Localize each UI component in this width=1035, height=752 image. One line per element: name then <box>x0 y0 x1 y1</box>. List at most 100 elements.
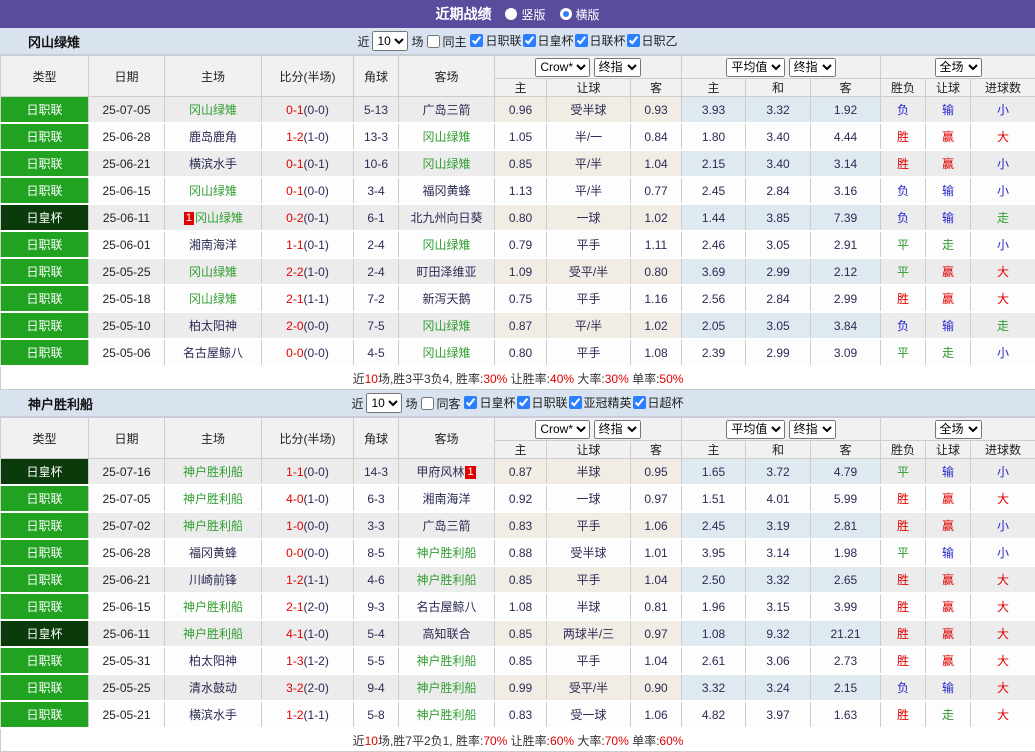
radio-horizontal-icon[interactable] <box>560 8 572 20</box>
same-venue-checkbox[interactable] <box>427 35 440 48</box>
away-team[interactable]: 新泻天鹅 <box>422 292 470 306</box>
result-goals: 小 <box>971 539 1035 566</box>
crow-home-odds: 0.79 <box>495 231 547 258</box>
league-filter[interactable]: 日皇杯 <box>522 32 574 49</box>
radio-vertical[interactable]: 竖版 <box>505 6 545 23</box>
match-row: 日职联 25-05-10 柏太阳神 2-0(0-0) 7-5 冈山绿雉 0.87… <box>1 312 1035 339</box>
league-filter[interactable]: 日职乙 <box>626 32 678 49</box>
radio-horizontal[interactable]: 横版 <box>560 6 600 23</box>
league-filter[interactable]: 亚冠精英 <box>568 394 632 411</box>
away-team[interactable]: 湘南海洋 <box>422 492 470 506</box>
same-venue-checkbox[interactable] <box>421 397 434 410</box>
league-filter[interactable]: 日联杯 <box>574 32 626 49</box>
summary-row: 近10场,胜7平2负1, 胜率:70% 让胜率:60% 大率:70% 单率:60… <box>1 728 1035 752</box>
away-team[interactable]: 神户胜利船 <box>416 654 476 668</box>
crow-select[interactable]: Crow* <box>535 58 590 77</box>
avg-home-odds: 3.69 <box>682 258 746 285</box>
away-team[interactable]: 冈山绿雉 <box>422 238 470 252</box>
final-odds-select[interactable]: 终指 <box>594 420 641 439</box>
home-team[interactable]: 柏太阳神 <box>189 319 237 333</box>
match-date: 25-07-02 <box>89 512 165 539</box>
away-team[interactable]: 神户胜利船 <box>416 573 476 587</box>
away-team[interactable]: 神户胜利船 <box>416 546 476 560</box>
away-team[interactable]: 高知联合 <box>422 627 470 641</box>
match-type: 日皇杯 <box>1 204 89 231</box>
league-label: 日皇杯 <box>538 32 574 49</box>
league-checkbox[interactable] <box>627 34 640 47</box>
away-team[interactable]: 北九州向日葵 <box>410 211 482 225</box>
league-checkbox[interactable] <box>470 34 483 47</box>
near-label: 近 <box>351 395 363 412</box>
halftime-score: (1-1) <box>304 708 329 722</box>
away-team-cell: 神户胜利船 <box>399 647 495 674</box>
home-team[interactable]: 冈山绿雉 <box>189 265 237 279</box>
final-avg-select[interactable]: 终指 <box>789 58 836 77</box>
home-team[interactable]: 冈山绿雉 <box>189 103 237 117</box>
home-team[interactable]: 横滨水手 <box>189 157 237 171</box>
home-team[interactable]: 神户胜利船 <box>183 600 243 614</box>
full-match-select[interactable]: 全场 <box>935 420 982 439</box>
home-team[interactable]: 川崎前锋 <box>189 573 237 587</box>
home-team[interactable]: 鹿岛鹿角 <box>189 130 237 144</box>
away-team[interactable]: 名古屋鲸八 <box>416 600 476 614</box>
match-date: 25-07-05 <box>89 97 165 124</box>
match-date: 25-06-21 <box>89 150 165 177</box>
home-team[interactable]: 冈山绿雉 <box>189 292 237 306</box>
home-team[interactable]: 冈山绿雉 <box>189 184 237 198</box>
away-team[interactable]: 冈山绿雉 <box>422 130 470 144</box>
home-team[interactable]: 清水鼓动 <box>189 681 237 695</box>
recent-count-select[interactable]: 10 <box>366 393 402 413</box>
same-venue-filter[interactable]: 同主 <box>426 33 466 50</box>
home-team[interactable]: 柏太阳神 <box>189 654 237 668</box>
league-checkbox[interactable] <box>517 396 530 409</box>
away-team[interactable]: 甲府风林 <box>416 465 464 479</box>
match-date: 25-06-21 <box>89 566 165 593</box>
result-goals: 大 <box>971 701 1035 728</box>
away-team[interactable]: 广岛三箭 <box>422 103 470 117</box>
away-team[interactable]: 冈山绿雉 <box>422 157 470 171</box>
average-select[interactable]: 平均值 <box>726 420 785 439</box>
crow-select[interactable]: Crow* <box>535 420 590 439</box>
league-checkbox[interactable] <box>523 34 536 47</box>
summary-segment: 30% <box>483 372 507 386</box>
home-team[interactable]: 冈山绿雉 <box>195 211 243 225</box>
league-checkbox[interactable] <box>633 396 646 409</box>
home-team[interactable]: 神户胜利船 <box>183 627 243 641</box>
league-checkbox[interactable] <box>464 396 477 409</box>
radio-vertical-icon[interactable] <box>505 8 517 20</box>
away-team[interactable]: 町田泽维亚 <box>416 265 476 279</box>
away-team[interactable]: 冈山绿雉 <box>422 319 470 333</box>
home-team[interactable]: 神户胜利船 <box>183 492 243 506</box>
home-team[interactable]: 神户胜利船 <box>183 465 243 479</box>
final-odds-select[interactable]: 终指 <box>594 58 641 77</box>
away-team[interactable]: 冈山绿雉 <box>422 346 470 360</box>
league-filter[interactable]: 日职联 <box>469 32 521 49</box>
avg-draw-odds: 2.84 <box>746 177 811 204</box>
away-team[interactable]: 神户胜利船 <box>416 681 476 695</box>
league-checkbox[interactable] <box>569 396 582 409</box>
match-score: 0-1(0-0) <box>262 177 354 204</box>
league-checkbox[interactable] <box>575 34 588 47</box>
home-team[interactable]: 神户胜利船 <box>183 519 243 533</box>
league-filter[interactable]: 日职联 <box>516 394 568 411</box>
result-goals: 走 <box>971 312 1035 339</box>
crow-home-odds: 1.05 <box>495 123 547 150</box>
same-venue-filter[interactable]: 同客 <box>420 395 460 412</box>
away-team[interactable]: 神户胜利船 <box>416 708 476 722</box>
home-team[interactable]: 湘南海洋 <box>189 238 237 252</box>
result-handicap: 输 <box>926 177 971 204</box>
col-header-type: 类型 <box>1 418 89 459</box>
home-team[interactable]: 横滨水手 <box>189 708 237 722</box>
final-avg-select[interactable]: 终指 <box>789 420 836 439</box>
home-team[interactable]: 名古屋鲸八 <box>183 346 243 360</box>
handicap-line: 受半球 <box>547 97 631 124</box>
away-team[interactable]: 福冈黄蜂 <box>422 184 470 198</box>
away-team[interactable]: 广岛三箭 <box>422 519 470 533</box>
full-match-select[interactable]: 全场 <box>935 58 982 77</box>
avg-away-odds: 21.21 <box>811 620 881 647</box>
league-filter[interactable]: 日皇杯 <box>463 394 515 411</box>
average-select[interactable]: 平均值 <box>726 58 785 77</box>
home-team[interactable]: 福冈黄蜂 <box>189 546 237 560</box>
recent-count-select[interactable]: 10 <box>372 31 408 51</box>
league-filter[interactable]: 日超杯 <box>632 394 684 411</box>
